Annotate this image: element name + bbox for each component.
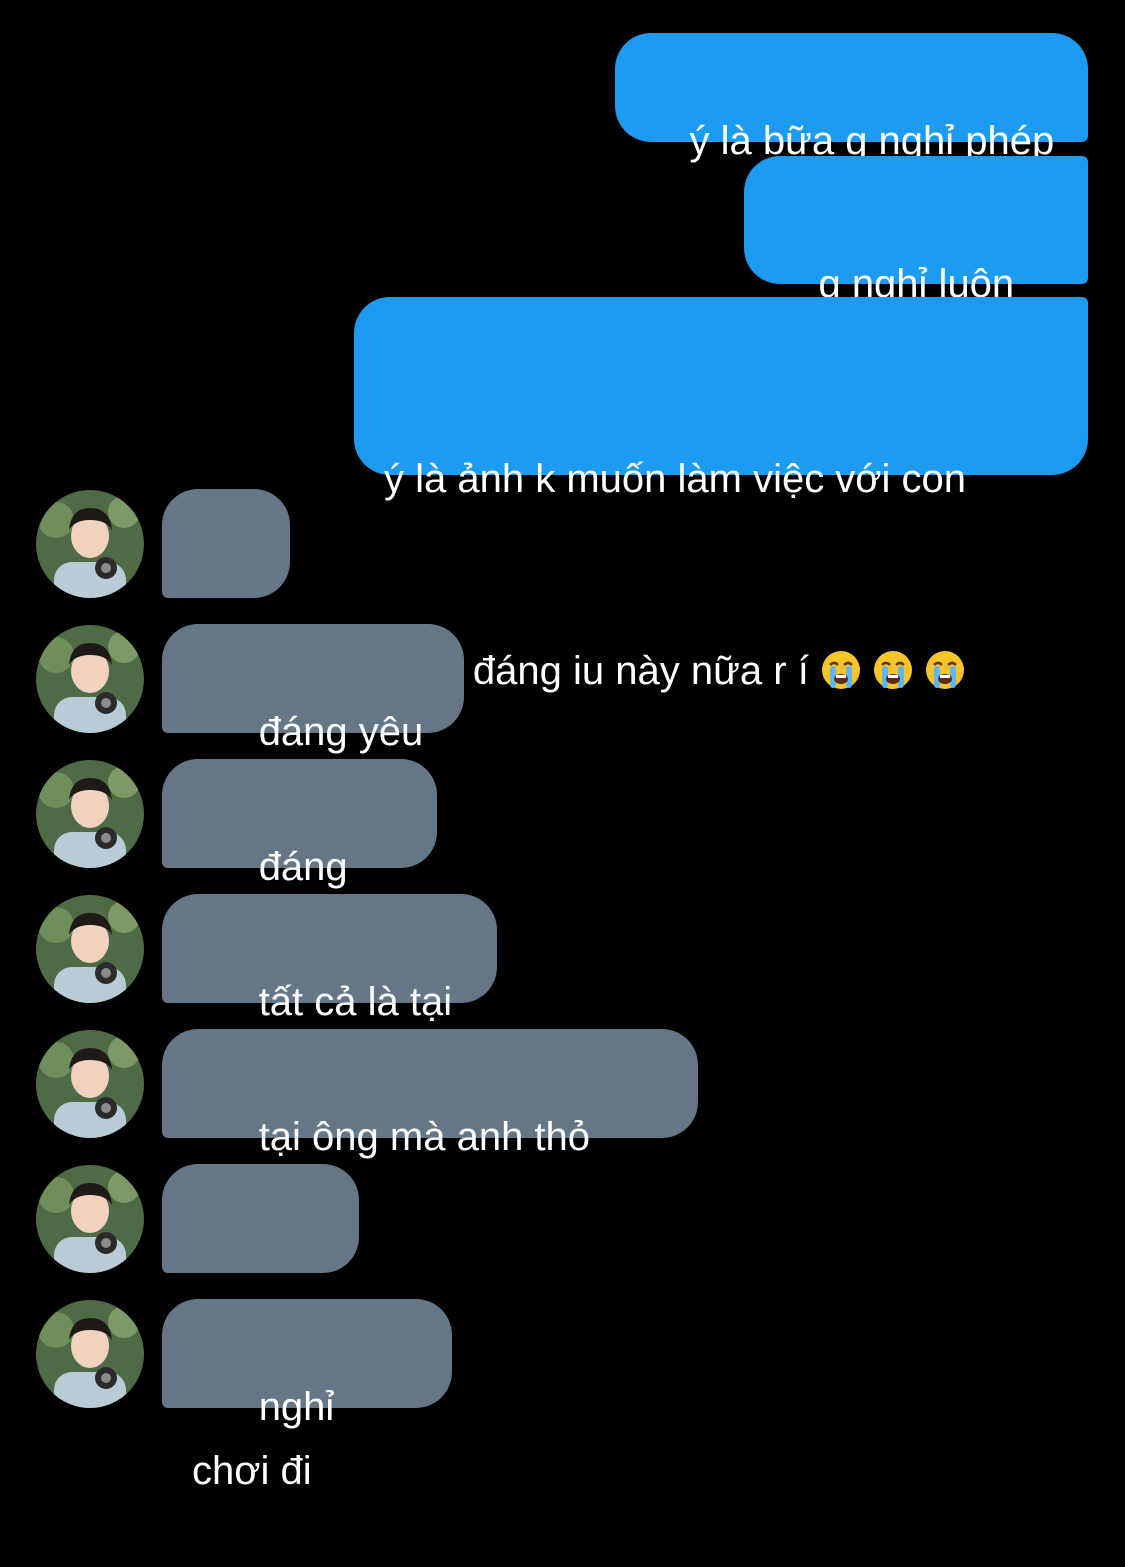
incoming-message[interactable]: dmmm (162, 1164, 359, 1358)
avatar-photo-icon (36, 625, 144, 733)
loudly-crying-face-icon (821, 651, 860, 689)
message-text: nghỉ chơi đi (192, 1385, 346, 1493)
incoming-message[interactable]: đáng yêu cc (162, 624, 464, 818)
outgoing-message[interactable]: g nghỉ luôn (744, 156, 1088, 366)
loudly-crying-face-icon (925, 651, 964, 689)
avatar-photo-icon (36, 490, 144, 598)
avatar[interactable] (36, 1300, 144, 1408)
incoming-message[interactable]: tất cả là tại jjh (162, 894, 497, 1088)
avatar[interactable] (36, 760, 144, 868)
avatar-photo-icon (36, 1030, 144, 1138)
outgoing-message[interactable]: ý là bữa g nghỉ phép (615, 33, 1088, 163)
chat-thread: ý là bữa g nghỉ phép g nghỉ luôn ý là ản… (0, 0, 1125, 1493)
avatar[interactable] (36, 1030, 144, 1138)
incoming-message[interactable]: vcl (162, 489, 290, 683)
message-text-line: mèo đáng iu này nữa r í (384, 639, 1058, 703)
incoming-message[interactable]: đáng ghét (162, 759, 437, 953)
avatar-photo-icon (36, 895, 144, 1003)
message-text-line: ý là ảnh k muốn làm việc với con (384, 457, 967, 501)
loudly-crying-face-icon (873, 651, 912, 689)
avatar[interactable] (36, 490, 144, 598)
outgoing-message[interactable]: ý là ảnh k muốn làm việc với con mèo đán… (354, 297, 1088, 693)
avatar-photo-icon (36, 1300, 144, 1408)
avatar[interactable] (36, 1165, 144, 1273)
avatar[interactable] (36, 895, 144, 1003)
avatar-photo-icon (36, 760, 144, 868)
incoming-message[interactable]: tại ông mà anh thỏ nghỉ (162, 1029, 698, 1223)
avatar-photo-icon (36, 1165, 144, 1273)
avatar[interactable] (36, 625, 144, 733)
incoming-message[interactable]: nghỉ chơi đi (162, 1299, 452, 1493)
